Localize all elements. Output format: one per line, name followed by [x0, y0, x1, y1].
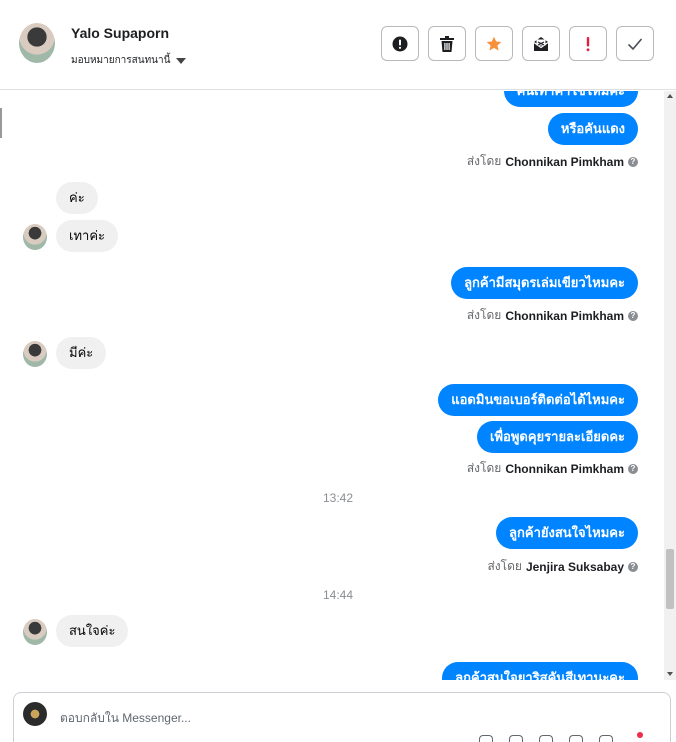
outgoing-message[interactable]: คันเทาค่าใช่ไหมคะ [503, 91, 638, 107]
like-icon[interactable] [479, 735, 493, 742]
sent-by-label: ส่งโดย Chonnikan Pimkham ? [467, 152, 638, 171]
incoming-message[interactable]: เทาค่ะ [56, 220, 118, 252]
help-icon[interactable]: ? [628, 156, 638, 167]
sent-by-label: ส่งโดย Jenjira Suksabay ? [487, 557, 638, 576]
assign-conversation-dropdown[interactable]: มอบหมายการสนทนานี้ [71, 53, 187, 68]
scrollbar-thumb[interactable] [666, 549, 674, 609]
sent-by-label: ส่งโดย Chonnikan Pimkham ? [467, 306, 638, 325]
outgoing-message[interactable]: ลูกค้าสนใจยาริสคันสีเทานะคะ [442, 662, 638, 680]
contact-name[interactable]: Yalo Supaporn [71, 25, 169, 41]
help-icon[interactable]: ? [628, 463, 638, 474]
incoming-message[interactable]: มีค่ะ [56, 337, 107, 369]
attachment-icon[interactable] [509, 735, 523, 742]
page-avatar [23, 702, 47, 726]
outgoing-message[interactable]: ลูกค้ายังสนใจไหมคะ [496, 517, 638, 549]
notification-dot [637, 732, 643, 738]
composer-tools [479, 732, 643, 742]
scroll-up-icon[interactable] [667, 94, 673, 98]
done-button[interactable] [616, 26, 654, 61]
outgoing-message[interactable]: เพื่อพูดคุยรายละเอียดคะ [477, 421, 638, 453]
reply-input[interactable]: ตอบกลับใน Messenger... [60, 709, 191, 728]
assign-label: มอบหมายการสนทนานี้ [71, 55, 171, 66]
report-button[interactable] [381, 26, 419, 61]
spam-button[interactable] [569, 26, 607, 61]
contact-avatar-small [23, 341, 47, 367]
agent-name: Jenjira Suksabay [525, 559, 624, 574]
image-icon[interactable] [539, 735, 553, 742]
help-icon[interactable]: ? [628, 561, 638, 572]
header-actions [381, 26, 654, 61]
star-icon [486, 36, 502, 51]
scroll-down-icon[interactable] [667, 672, 673, 676]
caret-down-icon [176, 57, 187, 64]
star-button[interactable] [475, 26, 513, 61]
agent-name: Chonnikan Pimkham [505, 308, 624, 323]
outgoing-message[interactable]: ลูกค้ามีสมุดรเล่มเขียวไหมคะ [451, 267, 638, 299]
thread-scrollbar[interactable] [664, 91, 676, 680]
sent-by-prefix: ส่งโดย [466, 308, 502, 322]
contact-avatar[interactable] [19, 23, 55, 63]
timestamp: 13:42 [323, 491, 354, 505]
incoming-message[interactable]: สนใจค่ะ [56, 615, 129, 647]
alert-circle-icon [392, 36, 408, 51]
emoji-icon[interactable] [569, 735, 583, 742]
trash-icon [440, 35, 454, 52]
panel-edge [0, 108, 2, 138]
agent-name: Chonnikan Pimkham [505, 154, 624, 169]
exclamation-icon [586, 36, 590, 51]
mark-unread-button[interactable] [522, 26, 560, 61]
gif-icon[interactable] [599, 735, 613, 742]
outgoing-message[interactable]: หรือคันแดง [547, 113, 638, 145]
sent-by-prefix: ส่งโดย [466, 461, 502, 475]
reply-composer[interactable]: ตอบกลับใน Messenger... [13, 692, 671, 742]
envelope-icon [533, 36, 549, 51]
timestamp: 14:44 [323, 588, 354, 602]
contact-avatar-small [23, 619, 47, 645]
agent-name: Chonnikan Pimkham [505, 461, 624, 476]
outgoing-message[interactable]: แอดมินขอเบอร์ติดต่อได้ไหมคะ [438, 384, 638, 416]
conversation-header: Yalo Supaporn มอบหมายการสนทนานี้ [0, 0, 676, 90]
message-thread[interactable]: คันเทาค่าใช่ไหมคะ หรือคันแดง ส่งโดย Chon… [0, 91, 664, 680]
delete-button[interactable] [428, 26, 466, 61]
help-icon[interactable]: ? [628, 310, 638, 321]
incoming-message[interactable]: ค่ะ [56, 182, 98, 214]
sent-by-prefix: ส่งโดย [487, 559, 522, 573]
check-icon [627, 37, 643, 50]
sent-by-prefix: ส่งโดย [466, 154, 502, 168]
contact-avatar-small [23, 224, 47, 250]
sent-by-label: ส่งโดย Chonnikan Pimkham ? [467, 459, 638, 478]
